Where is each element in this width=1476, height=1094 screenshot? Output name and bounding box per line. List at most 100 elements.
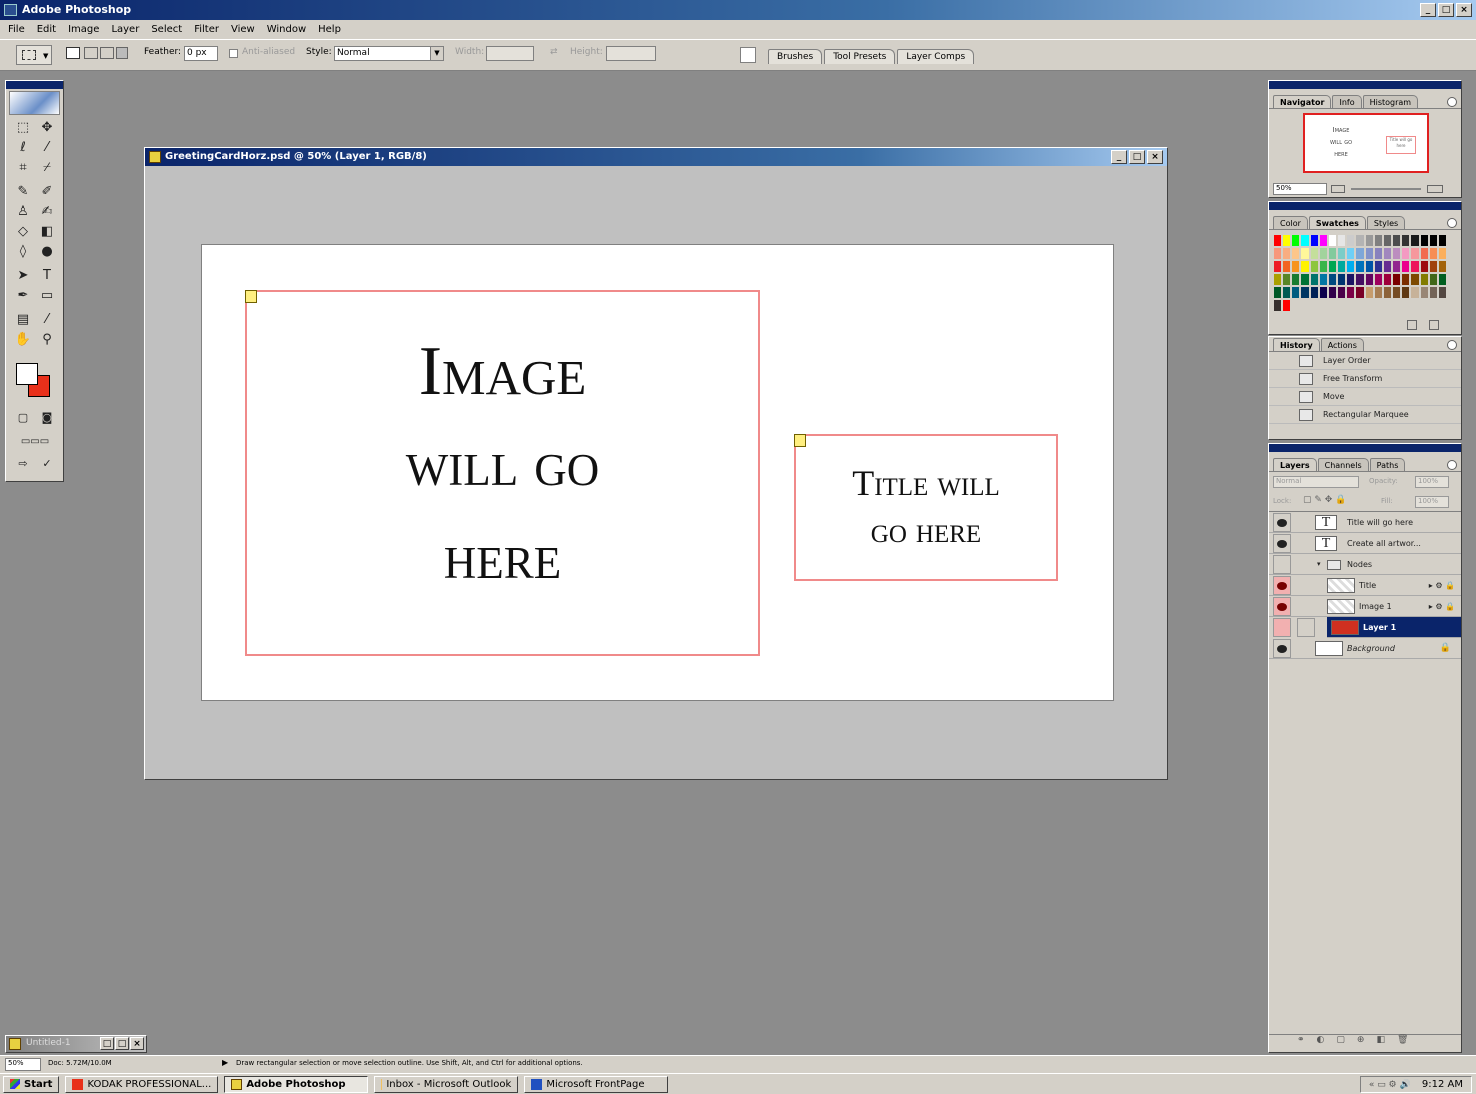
color-swatch[interactable] bbox=[1373, 286, 1383, 299]
color-swatch[interactable] bbox=[1392, 247, 1402, 260]
zoom-out-icon[interactable] bbox=[1331, 185, 1345, 193]
tray-icons[interactable]: « ▭ ⚙ 🔊 bbox=[1369, 1080, 1411, 1090]
document-title-bar[interactable]: GreetingCardHorz.psd @ 50% (Layer 1, RGB… bbox=[145, 148, 1167, 166]
tool-preset-picker[interactable]: ▼ bbox=[16, 45, 52, 65]
subtract-selection-icon[interactable] bbox=[100, 47, 114, 59]
color-swatch[interactable] bbox=[1337, 234, 1347, 247]
type-tool-icon[interactable]: T bbox=[36, 267, 58, 285]
color-swatch[interactable] bbox=[1364, 286, 1374, 299]
color-swatch[interactable] bbox=[1318, 273, 1328, 286]
color-swatch[interactable] bbox=[1437, 234, 1447, 247]
color-swatch[interactable] bbox=[1318, 286, 1328, 299]
menu-view[interactable]: View bbox=[231, 24, 255, 35]
color-swatch[interactable] bbox=[1346, 234, 1356, 247]
color-swatch[interactable] bbox=[1346, 273, 1356, 286]
color-swatch[interactable] bbox=[1373, 260, 1383, 273]
tab-channels[interactable]: Channels bbox=[1317, 458, 1369, 471]
color-swatch[interactable] bbox=[1419, 260, 1429, 273]
layer-row[interactable]: Background 🔒 bbox=[1269, 638, 1461, 659]
screen-mode-icons[interactable]: ▭▭▭ bbox=[10, 433, 60, 451]
zoom-tool-icon[interactable]: ⚲ bbox=[36, 331, 58, 349]
color-swatch[interactable] bbox=[1428, 273, 1438, 286]
color-swatch[interactable] bbox=[1346, 247, 1356, 260]
status-arrow-icon[interactable]: ▶ bbox=[222, 1058, 228, 1067]
lock-icons[interactable]: ▢ ✎ ✥ 🔒 bbox=[1303, 495, 1346, 505]
antialiased-checkbox[interactable] bbox=[229, 49, 238, 58]
minimize-button[interactable]: _ bbox=[1420, 3, 1436, 17]
minidoc-maximize-button[interactable]: □ bbox=[115, 1037, 129, 1050]
color-swatch[interactable] bbox=[1437, 247, 1447, 260]
menu-layer[interactable]: Layer bbox=[111, 24, 139, 35]
color-swatch[interactable] bbox=[1364, 234, 1374, 247]
color-swatch[interactable] bbox=[1309, 260, 1319, 273]
shape-tool-icon[interactable]: ▭ bbox=[36, 287, 58, 305]
color-swatch[interactable] bbox=[1392, 234, 1402, 247]
color-swatch[interactable] bbox=[1373, 273, 1383, 286]
tab-swatches[interactable]: Swatches bbox=[1308, 216, 1366, 229]
move-tool-icon[interactable]: ✥ bbox=[36, 119, 58, 137]
color-swatch[interactable] bbox=[1327, 247, 1338, 260]
tab-navigator[interactable]: Navigator bbox=[1273, 95, 1332, 108]
zoom-in-icon[interactable] bbox=[1427, 185, 1443, 193]
color-swatch[interactable] bbox=[1300, 260, 1310, 273]
history-brush-icon[interactable]: ✍ bbox=[36, 203, 58, 221]
checkmark-icon[interactable]: ✓ bbox=[36, 455, 58, 473]
color-swatch[interactable] bbox=[1410, 286, 1420, 299]
color-swatch[interactable] bbox=[1410, 234, 1420, 247]
color-swatch[interactable] bbox=[1327, 260, 1338, 273]
add-selection-icon[interactable] bbox=[84, 47, 98, 59]
color-swatch[interactable] bbox=[1355, 286, 1365, 299]
color-swatch[interactable] bbox=[1392, 286, 1402, 299]
layer-row-selected[interactable]: Layer 1 bbox=[1273, 617, 1461, 638]
color-swatch[interactable] bbox=[1337, 260, 1347, 273]
color-swatch[interactable] bbox=[1364, 247, 1374, 260]
brush-link-icon[interactable] bbox=[1297, 618, 1315, 637]
start-button[interactable]: Start bbox=[3, 1075, 60, 1093]
color-swatch[interactable] bbox=[1373, 247, 1383, 260]
notes-tool-icon[interactable]: ▤ bbox=[12, 311, 34, 329]
dodge-tool-icon[interactable]: ● bbox=[36, 243, 58, 261]
zoom-slider[interactable] bbox=[1351, 188, 1421, 190]
color-swatch[interactable] bbox=[1337, 286, 1347, 299]
marquee-tool-icon[interactable]: ⬚ bbox=[12, 119, 34, 137]
color-swatch[interactable] bbox=[1291, 260, 1301, 273]
minidoc-close-button[interactable]: × bbox=[130, 1037, 144, 1050]
visibility-box[interactable] bbox=[1273, 555, 1291, 574]
color-swatch[interactable] bbox=[1419, 273, 1429, 286]
menu-window[interactable]: Window bbox=[267, 24, 306, 35]
taskbar-item-outlook[interactable]: Inbox - Microsoft Outlook bbox=[374, 1075, 519, 1093]
color-swatch[interactable] bbox=[1428, 247, 1438, 260]
panel-header[interactable] bbox=[1269, 81, 1461, 89]
color-swatch[interactable] bbox=[1282, 260, 1292, 273]
image-placeholder[interactable]: Image will go here bbox=[245, 290, 760, 656]
color-swatch[interactable] bbox=[1291, 247, 1301, 260]
panel-header[interactable] bbox=[1269, 444, 1461, 452]
feather-input[interactable]: 0 px bbox=[184, 46, 218, 61]
color-swatch[interactable] bbox=[1273, 299, 1283, 312]
crop-tool-icon[interactable]: ⌗ bbox=[12, 159, 34, 177]
menu-filter[interactable]: Filter bbox=[194, 24, 219, 35]
color-swatch[interactable] bbox=[1401, 286, 1411, 299]
visibility-box[interactable] bbox=[1273, 618, 1291, 637]
color-swatch[interactable] bbox=[1346, 260, 1356, 273]
tab-layers[interactable]: Layers bbox=[1273, 458, 1317, 471]
opacity-field[interactable]: 100% bbox=[1415, 476, 1449, 488]
color-swatch[interactable] bbox=[1282, 286, 1292, 299]
color-swatch[interactable] bbox=[1327, 273, 1338, 286]
panel-menu-icon[interactable] bbox=[1447, 218, 1457, 228]
color-swatch[interactable] bbox=[1419, 234, 1429, 247]
menu-image[interactable]: Image bbox=[68, 24, 99, 35]
foreground-color-swatch[interactable] bbox=[16, 363, 38, 385]
doc-close-button[interactable]: × bbox=[1147, 150, 1163, 164]
color-swatch[interactable] bbox=[1419, 247, 1429, 260]
tab-paths[interactable]: Paths bbox=[1369, 458, 1406, 471]
color-swatch[interactable] bbox=[1282, 247, 1292, 260]
tab-color[interactable]: Color bbox=[1273, 216, 1308, 229]
color-swatch[interactable] bbox=[1428, 286, 1438, 299]
taskbar-item-kodak[interactable]: KODAK PROFESSIONAL... bbox=[65, 1075, 219, 1093]
taskbar-item-photoshop[interactable]: Adobe Photoshop bbox=[224, 1075, 369, 1093]
history-item[interactable]: Layer Order bbox=[1269, 352, 1461, 370]
color-swatch[interactable] bbox=[1401, 234, 1411, 247]
intersect-selection-icon[interactable] bbox=[116, 47, 128, 59]
color-swatch[interactable] bbox=[1392, 273, 1402, 286]
